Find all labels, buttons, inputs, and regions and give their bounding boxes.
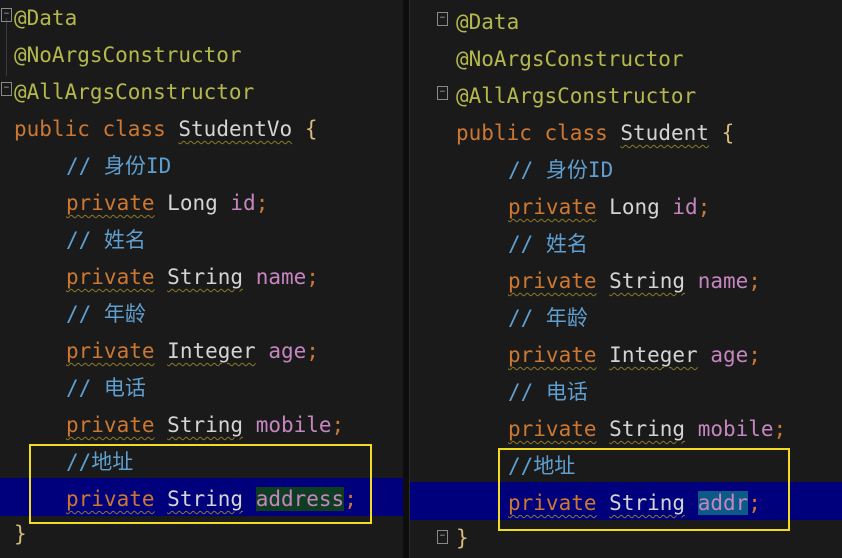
- class-name: StudentVo: [178, 117, 293, 141]
- fold-guide: [6, 18, 7, 76]
- fold-icon[interactable]: −: [437, 12, 448, 26]
- fold-icon[interactable]: −: [1, 8, 12, 22]
- class-name: Student: [620, 121, 709, 145]
- comment-line: // 姓名: [508, 232, 588, 256]
- class-declaration: public class Student {: [456, 121, 735, 145]
- closing-brace: }: [14, 522, 27, 546]
- comment-line: // 姓名: [66, 228, 146, 252]
- comment-line: // 年龄: [66, 302, 146, 326]
- field-line: private String name;: [66, 265, 319, 289]
- right-editor-pane[interactable]: − − − @Data @NoArgsConstructor @AllArgsC…: [409, 0, 842, 558]
- field-line: private String mobile;: [66, 413, 345, 437]
- field-line: private Integer age;: [66, 339, 319, 363]
- annotation-line: @NoArgsConstructor: [456, 47, 684, 71]
- fold-icon[interactable]: −: [437, 86, 448, 100]
- comment-line: // 电话: [508, 380, 588, 404]
- field-line: private Long id;: [508, 195, 711, 219]
- comment-line: // 身份ID: [508, 158, 614, 182]
- class-declaration: public class StudentVo {: [14, 117, 318, 141]
- highlight-box: [29, 444, 372, 524]
- field-line: private String mobile;: [508, 417, 787, 441]
- fold-icon[interactable]: −: [1, 82, 12, 96]
- field-line: private Integer age;: [508, 343, 761, 367]
- annotation-line: @AllArgsConstructor: [456, 84, 697, 108]
- fold-icon[interactable]: −: [437, 530, 448, 544]
- comment-line: // 电话: [66, 376, 146, 400]
- closing-brace: }: [456, 526, 469, 550]
- field-line: private String name;: [508, 269, 761, 293]
- left-editor-pane[interactable]: − − @Data @NoArgsConstructor @AllArgsCon…: [0, 0, 403, 558]
- annotation-line: @NoArgsConstructor: [14, 43, 242, 67]
- field-line: private Long id;: [66, 191, 269, 215]
- comment-line: // 年龄: [508, 306, 588, 330]
- annotation-line: @AllArgsConstructor: [14, 80, 255, 104]
- comment-line: // 身份ID: [66, 154, 172, 178]
- highlight-box: [498, 448, 790, 531]
- annotation-line: @Data: [456, 10, 520, 34]
- annotation-line: @Data: [14, 6, 78, 30]
